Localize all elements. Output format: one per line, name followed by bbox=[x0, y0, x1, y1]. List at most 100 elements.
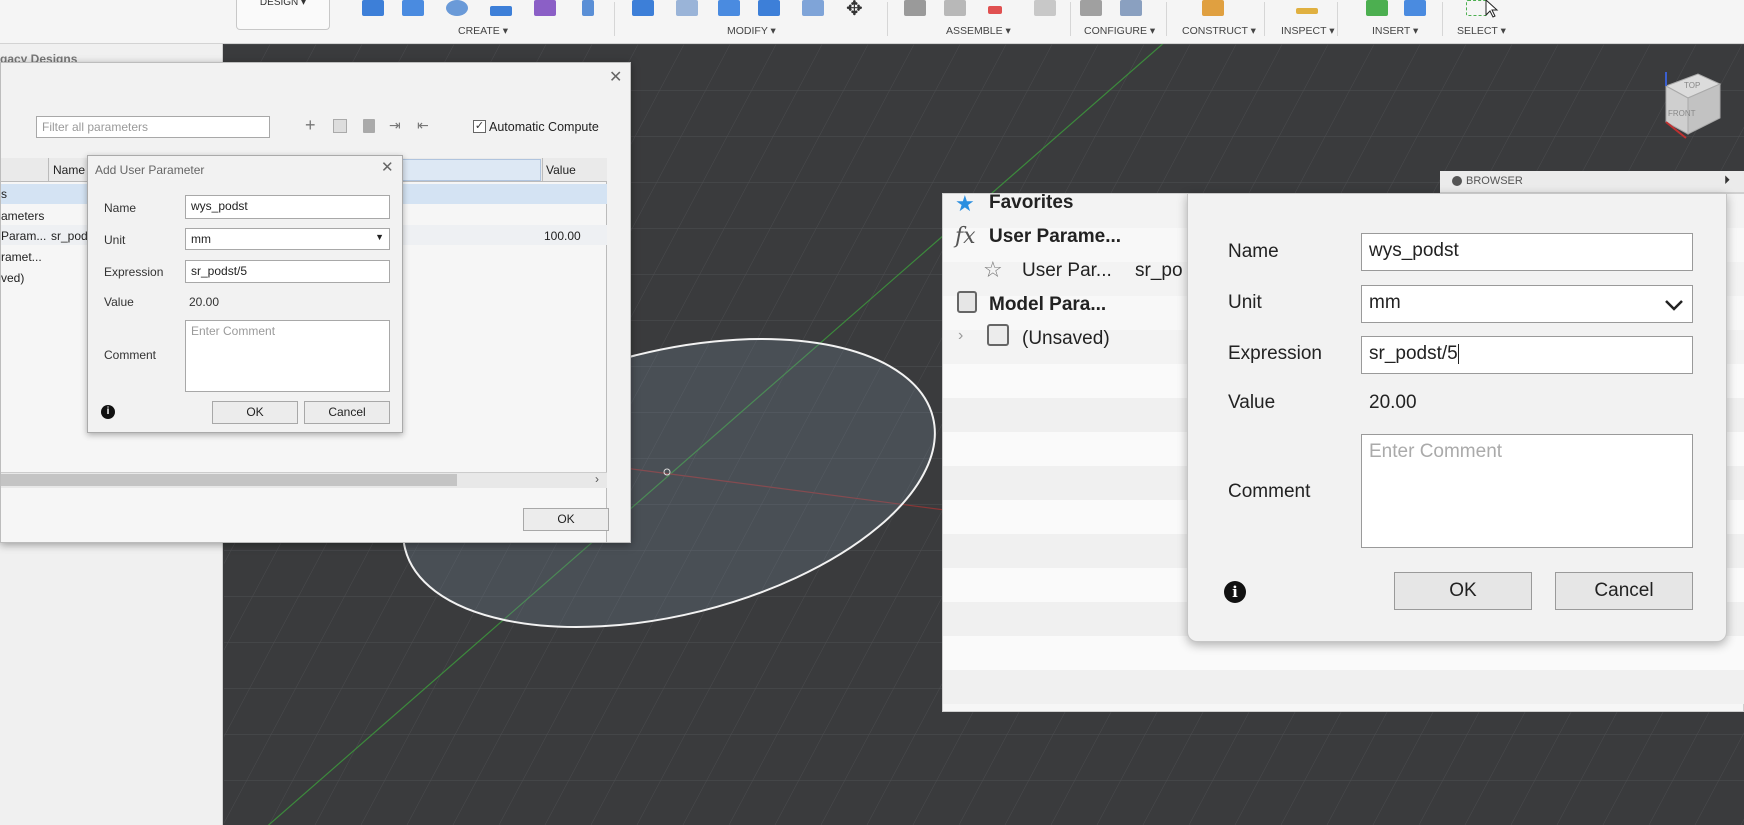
offset-plane-icon[interactable] bbox=[1202, 0, 1224, 16]
new-component-icon[interactable] bbox=[944, 0, 966, 16]
expression-value: sr_podst/5 bbox=[191, 264, 248, 278]
mouse-cursor-icon bbox=[1485, 0, 1499, 18]
select-menu[interactable]: SELECT ▾ bbox=[1457, 25, 1506, 37]
scroll-right-icon[interactable]: › bbox=[595, 472, 599, 486]
combine-icon[interactable] bbox=[802, 0, 824, 16]
cylinder-icon[interactable] bbox=[534, 0, 556, 16]
ribbon-toolbar: DESIGN ▾ CREATE ▾ ✥ MODIFY ▾ ASSEMBLE ▾ … bbox=[0, 0, 1744, 44]
cancel-button[interactable]: Cancel bbox=[304, 401, 390, 424]
sweep-icon[interactable] bbox=[490, 6, 512, 16]
name-value: wys_podst bbox=[1369, 240, 1459, 261]
shell-icon[interactable] bbox=[758, 0, 780, 16]
scrollbar-thumb[interactable] bbox=[1, 474, 457, 486]
assemble-menu[interactable]: ASSEMBLE ▾ bbox=[946, 25, 1011, 37]
comment-textarea[interactable]: Enter Comment bbox=[1361, 434, 1693, 548]
copy-icon[interactable] bbox=[333, 119, 347, 133]
import-icon[interactable]: ⇥ bbox=[389, 117, 401, 134]
automatic-compute-checkbox[interactable]: ✓ bbox=[473, 120, 486, 133]
filter-parameters-input[interactable]: Filter all parameters bbox=[36, 116, 270, 138]
params-ok-button[interactable]: OK bbox=[523, 508, 609, 531]
table-row-text: Param... bbox=[1, 229, 46, 243]
cancel-label: Cancel bbox=[1594, 580, 1654, 601]
table-row-text: ved) bbox=[1, 271, 25, 285]
automatic-compute-label: Automatic Compute bbox=[489, 120, 599, 134]
fx-icon: fx bbox=[955, 224, 976, 249]
table-cell-name: sr_pods bbox=[51, 229, 91, 243]
name-value: wys_podst bbox=[191, 199, 248, 213]
configure-menu[interactable]: CONFIGURE ▾ bbox=[1084, 25, 1155, 37]
table-cell-value: 100.00 bbox=[544, 229, 581, 243]
chamfer-icon[interactable] bbox=[718, 0, 740, 16]
unit-select[interactable]: mm ▼ bbox=[185, 228, 390, 250]
comment-placeholder: Enter Comment bbox=[1369, 441, 1503, 462]
change-parameters-icon[interactable] bbox=[1080, 0, 1102, 16]
browser-panel-header[interactable]: BROWSER ⏵ bbox=[1440, 171, 1744, 193]
extrude-icon[interactable] bbox=[402, 0, 424, 16]
ok-button[interactable]: OK bbox=[1394, 572, 1532, 610]
expression-label: Expression bbox=[104, 265, 164, 279]
value-readout: 20.00 bbox=[189, 295, 220, 309]
trash-icon[interactable] bbox=[363, 119, 375, 133]
rigid-group-icon[interactable] bbox=[988, 6, 1002, 14]
expression-input[interactable]: sr_podst/5 bbox=[185, 260, 390, 283]
insert-derive-icon[interactable] bbox=[1366, 0, 1388, 16]
ok-button[interactable]: OK bbox=[212, 401, 298, 424]
fillet-icon[interactable] bbox=[676, 0, 698, 16]
add-user-parameter-dialog: Add User Parameter ✕ Name wys_podst Unit… bbox=[87, 155, 403, 433]
ok-label: OK bbox=[557, 512, 575, 526]
press-pull-icon[interactable] bbox=[632, 0, 654, 16]
expression-input[interactable]: sr_podst/5 bbox=[1361, 336, 1693, 374]
name-input[interactable]: wys_podst bbox=[185, 195, 390, 219]
modify-menu[interactable]: MODIFY ▾ bbox=[727, 25, 776, 37]
name-label: Name bbox=[1228, 241, 1279, 262]
browser-item-favorites[interactable]: Favorites bbox=[989, 192, 1073, 214]
unit-label: Unit bbox=[104, 233, 126, 247]
close-icon[interactable]: ✕ bbox=[609, 67, 622, 87]
browser-item-user-param[interactable]: User Par... bbox=[1022, 260, 1112, 282]
table-icon[interactable] bbox=[1034, 0, 1056, 16]
dialog-title: Add User Parameter bbox=[95, 163, 205, 177]
viewcube-front-label: FRONT bbox=[1668, 109, 1696, 118]
star-filled-icon: ★ bbox=[955, 191, 975, 216]
create-menu[interactable]: CREATE ▾ bbox=[458, 25, 508, 37]
column-header-value[interactable]: Value bbox=[546, 163, 576, 177]
column-header-name[interactable]: Name bbox=[53, 163, 85, 177]
insert-menu[interactable]: INSERT ▾ bbox=[1372, 25, 1418, 37]
info-icon[interactable]: i bbox=[101, 405, 115, 419]
measure-icon[interactable] bbox=[1296, 8, 1318, 14]
unit-label: Unit bbox=[1228, 292, 1262, 313]
move-icon[interactable]: ✥ bbox=[846, 0, 863, 21]
joint-icon[interactable] bbox=[904, 0, 926, 16]
comment-textarea[interactable]: Enter Comment bbox=[185, 320, 390, 392]
configure-table-icon[interactable] bbox=[1120, 0, 1142, 16]
cancel-label: Cancel bbox=[328, 405, 366, 419]
browser-item-model-parameters[interactable]: Model Para... bbox=[989, 294, 1106, 316]
value-label: Value bbox=[1228, 392, 1276, 413]
name-input[interactable]: wys_podst bbox=[1361, 233, 1693, 271]
unit-select[interactable]: mm bbox=[1361, 285, 1693, 323]
inspect-menu[interactable]: INSPECT ▾ bbox=[1281, 25, 1335, 37]
chevron-down-icon: ▼ bbox=[375, 232, 384, 242]
browser-item-user-parameters[interactable]: User Parame... bbox=[989, 226, 1121, 248]
close-icon[interactable]: ✕ bbox=[381, 158, 394, 176]
revolve-icon[interactable] bbox=[446, 0, 468, 16]
cancel-button[interactable]: Cancel bbox=[1555, 572, 1693, 610]
viewcube[interactable]: TOP FRONT bbox=[1646, 72, 1722, 144]
insert-image-icon[interactable] bbox=[1404, 0, 1426, 16]
workspace-switcher[interactable]: DESIGN ▾ bbox=[236, 0, 330, 30]
collapse-icon[interactable] bbox=[1452, 176, 1462, 186]
browser-item-unsaved[interactable]: (Unsaved) bbox=[1022, 328, 1110, 350]
construct-menu[interactable]: CONSTRUCT ▾ bbox=[1182, 25, 1256, 37]
add-icon[interactable]: + bbox=[305, 115, 316, 136]
star-outline-icon[interactable]: ☆ bbox=[983, 257, 1003, 283]
expand-panel-icon[interactable]: ⏵ bbox=[1724, 173, 1730, 188]
sketch-icon[interactable] bbox=[362, 0, 384, 16]
export-icon[interactable]: ⇤ bbox=[417, 117, 429, 134]
table-row-text: ameters bbox=[1, 209, 45, 223]
ok-label: OK bbox=[246, 405, 264, 419]
info-icon[interactable]: i bbox=[1224, 581, 1246, 603]
chevron-right-icon[interactable]: › bbox=[958, 327, 963, 345]
table-row-text: s bbox=[1, 187, 7, 201]
column-header-expression[interactable] bbox=[401, 159, 541, 181]
pattern-icon[interactable] bbox=[582, 0, 594, 16]
